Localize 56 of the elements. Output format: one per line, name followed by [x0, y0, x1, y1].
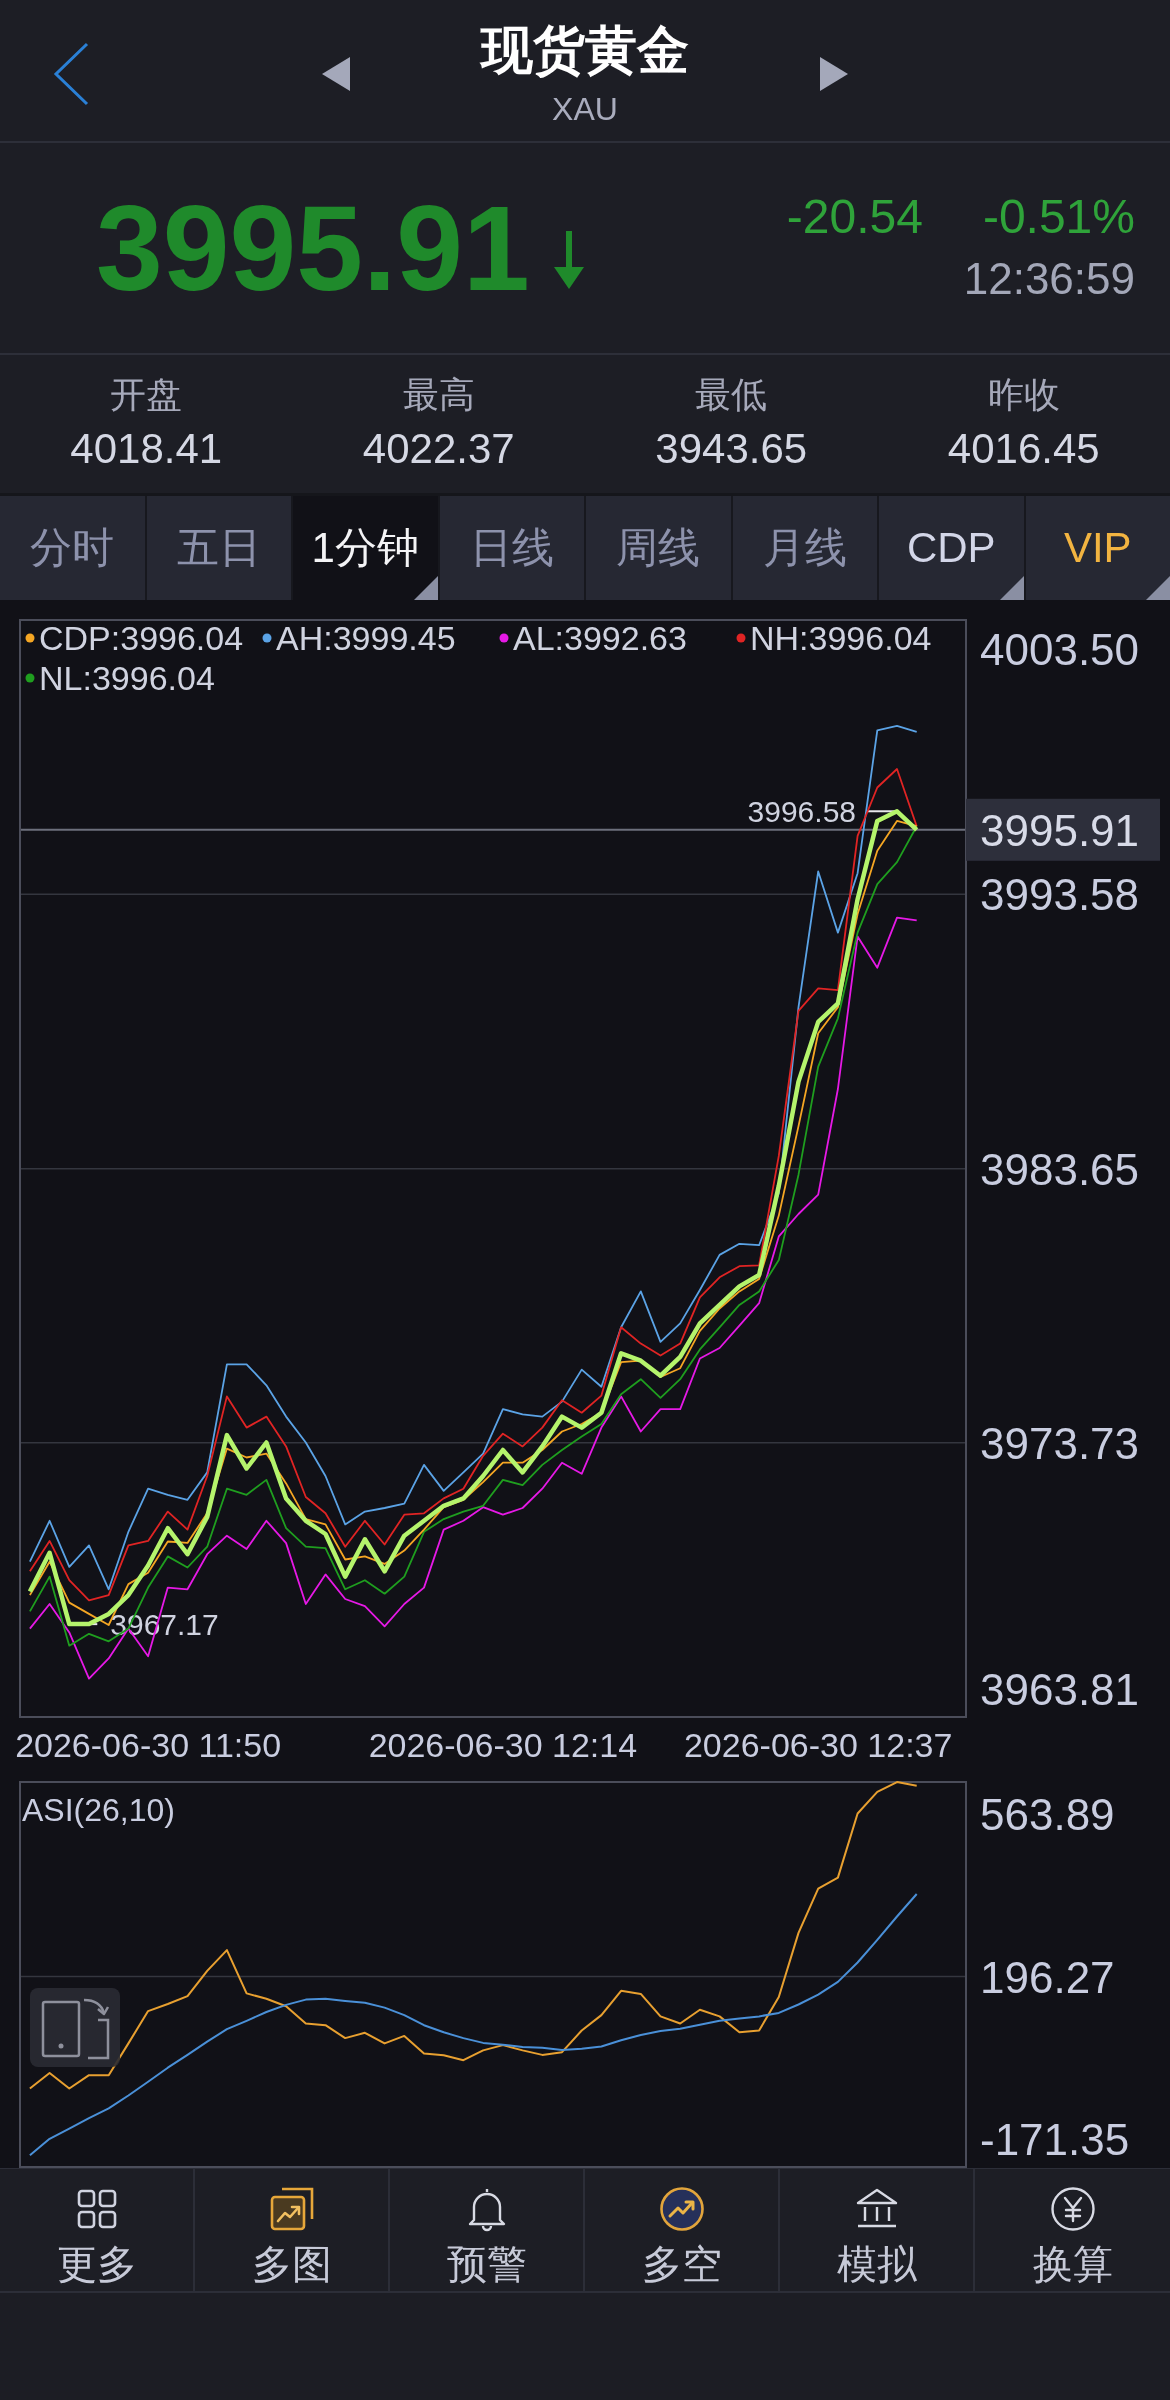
legend-label: AH:3999.45 — [276, 619, 456, 657]
stat-value: 4016.45 — [947, 425, 1100, 473]
nav-item[interactable]: 多图 — [195, 2169, 390, 2291]
rotate-screen-button[interactable] — [30, 1988, 120, 2067]
indicator-axis-label: -171.35 — [980, 2115, 1130, 2164]
nav-item[interactable]: 预警 — [390, 2169, 585, 2291]
stacked-chart-icon — [268, 2186, 315, 2232]
legend-label: NL:3996.04 — [39, 659, 215, 697]
percent-change: -0.51% — [982, 189, 1135, 245]
period-tab[interactable]: CDP — [879, 496, 1024, 600]
nav-item[interactable]: 多空 — [585, 2169, 780, 2291]
period-tab[interactable]: 月线 — [732, 496, 877, 600]
legend-label: NH:3996.04 — [750, 619, 932, 657]
period-tab[interactable]: 五日 — [146, 496, 291, 600]
extreme-price-label: 3996.58 — [747, 795, 856, 829]
price-axis-label: 3963.81 — [980, 1665, 1140, 1714]
stat-value: 4022.37 — [362, 425, 515, 473]
current-price-tag: 3995.91 — [966, 798, 1160, 861]
time-axis-label: 2026-06-30 12:14 — [368, 1726, 638, 1764]
stat-value: 4018.41 — [70, 425, 223, 473]
price-axis-label: 4003.50 — [980, 625, 1140, 674]
stat-label: 最高 — [402, 373, 475, 417]
screen-rotate-icon — [41, 1998, 110, 2060]
symbol-code: XAU — [552, 89, 618, 129]
right-triangle-icon[interactable] — [820, 56, 848, 91]
stat-label: 昨收 — [987, 373, 1060, 417]
legend-label: CDP:3996.04 — [39, 619, 244, 657]
page-title: 现货黄金 — [481, 19, 689, 81]
period-tab[interactable]: 日线 — [439, 496, 584, 600]
period-tab[interactable]: 1分钟 — [293, 496, 438, 600]
chart-circle-icon — [658, 2186, 705, 2232]
time-axis-label: 2026-06-30 12:37 — [683, 1726, 953, 1764]
ref-line-label: 3995.91 — [980, 805, 1140, 855]
stat-value: 3943.65 — [655, 425, 808, 473]
nav-item[interactable]: 模拟 — [780, 2169, 975, 2291]
nav-item[interactable]: 更多 — [0, 2169, 195, 2291]
price-change: -20.54 — [786, 189, 923, 245]
period-tab[interactable]: 周线 — [586, 496, 731, 600]
price-axis-label: 3973.73 — [980, 1418, 1140, 1468]
last-price: 3995.91 — [96, 183, 530, 313]
indicator-title: ASI(26,10) — [22, 1792, 175, 1828]
legend-label: AL:3992.63 — [513, 619, 687, 657]
price-axis-label: 3993.58 — [980, 870, 1140, 920]
period-tab[interactable]: 分时 — [0, 496, 145, 600]
stat-label: 最低 — [695, 373, 768, 417]
indicator-axis-label: 196.27 — [980, 1952, 1115, 2002]
stat-label: 开盘 — [110, 373, 183, 417]
period-tab[interactable]: VIP — [1025, 496, 1170, 600]
nav-item[interactable]: 换算 — [975, 2169, 1170, 2291]
indicator-axis-label: 563.89 — [980, 1790, 1115, 1839]
left-triangle-icon[interactable] — [322, 56, 350, 91]
price-axis-label: 3983.65 — [980, 1144, 1140, 1194]
chevron-left-icon[interactable] — [53, 41, 89, 106]
quote-time: 12:36:59 — [963, 253, 1135, 305]
time-axis-label: 2026-06-30 11:50 — [15, 1726, 282, 1764]
yen-circle-icon — [1049, 2186, 1096, 2232]
